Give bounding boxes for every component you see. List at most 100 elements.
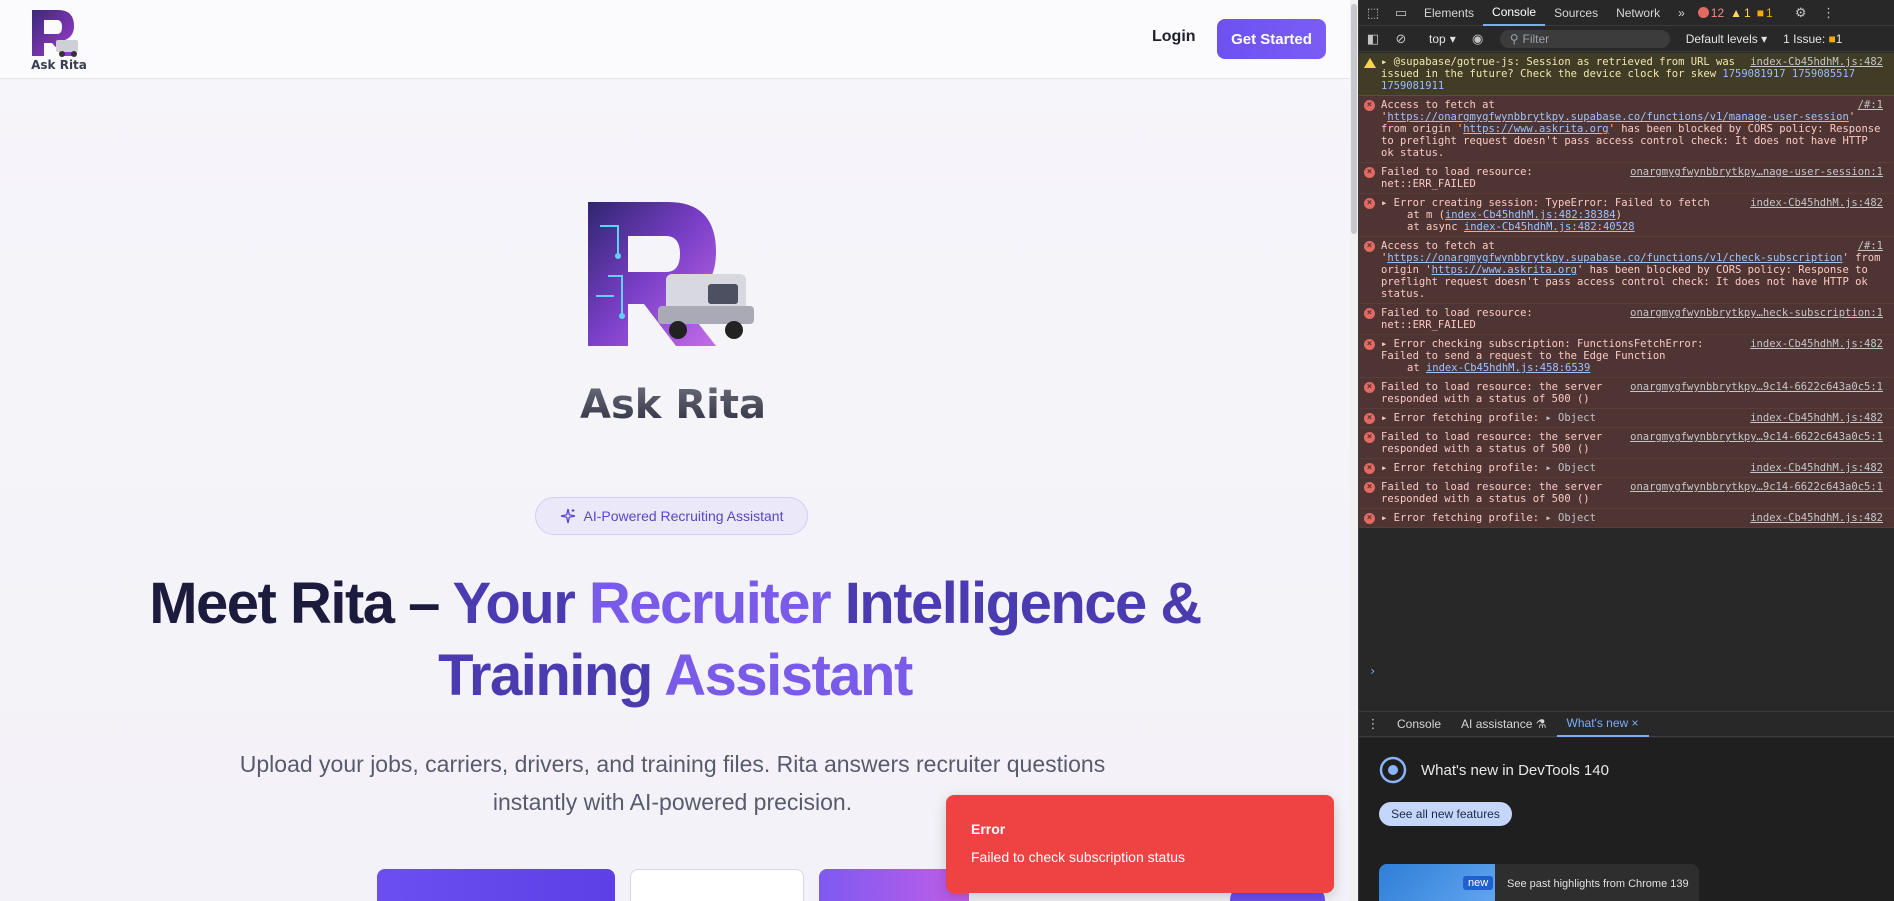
settings-gear-icon[interactable]: ⚙ bbox=[1787, 0, 1815, 26]
stack-link[interactable]: index-Cb45hdhM.js:482:38384 bbox=[1445, 209, 1616, 221]
message-text: ▸ Error fetching profile: bbox=[1381, 412, 1540, 424]
console-error[interactable]: × /#:1 Access to fetch at 'https://onarg… bbox=[1359, 237, 1894, 304]
inspect-element-icon[interactable]: ⬚ bbox=[1359, 0, 1387, 26]
drawer-tab-whats-new[interactable]: What's new × bbox=[1556, 711, 1649, 737]
ask-rita-logo-small[interactable]: Ask Rita bbox=[24, 6, 94, 72]
drawer-tab-ai-assistance[interactable]: AI assistance ⚗ bbox=[1451, 711, 1556, 737]
clear-console-icon[interactable]: ⊘ bbox=[1387, 26, 1415, 52]
chrome-devtools-logo-icon bbox=[1379, 756, 1407, 784]
object-expander[interactable]: ▸ Object bbox=[1545, 462, 1596, 474]
sidebar-toggle-icon[interactable]: ◧ bbox=[1359, 26, 1387, 52]
console-toolbar: ◧ ⊘ top ▾ ◉ ⚲ Filter Default levels ▾ 1 Is… bbox=[1359, 27, 1894, 52]
url-link[interactable]: https://onargmygfwynbbrytkpy.supabase.co… bbox=[1387, 111, 1848, 123]
console-error[interactable]: × index-Cb45hdhM.js:482 ▸ Error checking… bbox=[1359, 335, 1894, 378]
warning-count-badge[interactable]: ▲ 1 bbox=[1730, 6, 1751, 20]
drawer-tab-console[interactable]: Console bbox=[1387, 711, 1451, 737]
login-link[interactable]: Login bbox=[1152, 28, 1196, 46]
issue-icon: ■ bbox=[1756, 5, 1764, 20]
console-error[interactable]: × index-Cb45hdhM.js:482 ▸ Error fetching… bbox=[1359, 509, 1894, 528]
source-link[interactable]: /#:1 bbox=[1858, 99, 1883, 111]
whats-new-panel: What's new in DevTools 140 See all new f… bbox=[1359, 738, 1894, 901]
headline-part: Training bbox=[438, 643, 665, 708]
console-error[interactable]: × index-Cb45hdhM.js:482 ▸ Error creating… bbox=[1359, 194, 1894, 237]
headline-part: Intelligence & bbox=[844, 571, 1203, 636]
web-page: Ask Rita Login Get Started Ask Rita AI-P… bbox=[0, 0, 1350, 901]
page-scrollbar-thumb[interactable] bbox=[1351, 4, 1357, 234]
warning-icon: ▲ bbox=[1730, 5, 1743, 20]
message-text: ▸ Error checking subscription: Functions… bbox=[1381, 338, 1704, 362]
error-icon: × bbox=[1364, 198, 1375, 209]
see-all-features-button[interactable]: See all new features bbox=[1379, 802, 1512, 826]
error-icon: × bbox=[1364, 482, 1375, 493]
console-error[interactable]: × onargmygfwynbbrytkpy…9c14-6622c643a0c5… bbox=[1359, 428, 1894, 459]
source-link[interactable]: /#:1 bbox=[1858, 240, 1883, 252]
tab-console[interactable]: Console bbox=[1483, 0, 1546, 26]
console-log[interactable]: index-Cb45hdhM.js:482 ▸ @supabase/gotrue… bbox=[1359, 53, 1894, 710]
console-prompt[interactable]: › bbox=[1369, 665, 1376, 677]
message-text: Failed to load resource: the server resp… bbox=[1381, 381, 1603, 405]
tab-sources[interactable]: Sources bbox=[1545, 0, 1607, 26]
source-link[interactable]: index-Cb45hdhM.js:482 bbox=[1750, 512, 1883, 524]
warning-count: 1 bbox=[1744, 5, 1751, 20]
source-link[interactable]: onargmygfwynbbrytkpy…9c14-6622c643a0c5:1 bbox=[1630, 431, 1883, 443]
stack-link[interactable]: index-Cb45hdhM.js:458:6539 bbox=[1426, 362, 1590, 374]
filter-icon: ⚲ bbox=[1509, 32, 1519, 46]
error-icon: × bbox=[1364, 463, 1375, 474]
console-error[interactable]: × /#:1 Access to fetch at 'https://onarg… bbox=[1359, 96, 1894, 163]
tab-elements[interactable]: Elements bbox=[1415, 0, 1483, 26]
drawer-menu-icon[interactable]: ⋮ bbox=[1359, 711, 1387, 737]
secondary-cta-button[interactable] bbox=[630, 869, 804, 901]
issue-count-badge[interactable]: ■ 1 bbox=[1757, 6, 1773, 20]
origin-link[interactable]: https://www.askrita.org bbox=[1463, 123, 1608, 135]
warning-icon bbox=[1364, 58, 1376, 68]
source-link[interactable]: onargmygfwynbbrytkpy…9c14-6622c643a0c5:1 bbox=[1630, 381, 1883, 393]
sparkles-icon bbox=[560, 508, 575, 524]
hero-logo-text: Ask Rita bbox=[580, 382, 766, 428]
origin-link[interactable]: https://www.askrita.org bbox=[1432, 264, 1577, 276]
filter-placeholder: Filter bbox=[1522, 32, 1550, 46]
console-error[interactable]: × index-Cb45hdhM.js:482 ▸ Error fetching… bbox=[1359, 409, 1894, 428]
url-link[interactable]: https://onargmygfwynbbrytkpy.supabase.co… bbox=[1387, 252, 1842, 264]
console-error[interactable]: × index-Cb45hdhM.js:482 ▸ Error fetching… bbox=[1359, 459, 1894, 478]
source-link[interactable]: onargmygfwynbbrytkpy…9c14-6622c643a0c5:1 bbox=[1630, 481, 1883, 493]
console-error[interactable]: × onargmygfwynbbrytkpy…9c14-6622c643a0c5… bbox=[1359, 378, 1894, 409]
issues-counter[interactable]: 1 Issue: ■1 bbox=[1783, 32, 1842, 46]
log-levels-dropdown[interactable]: Default levels ▾ bbox=[1686, 32, 1767, 46]
source-link[interactable]: onargmygfwynbbrytkpy…heck-subscription:1 bbox=[1630, 307, 1883, 319]
filter-input[interactable]: ⚲ Filter bbox=[1499, 30, 1670, 48]
ask-rita-hero-logo: Ask Rita bbox=[580, 202, 766, 428]
console-error[interactable]: × onargmygfwynbbrytkpy…nage-user-session… bbox=[1359, 163, 1894, 194]
get-started-button[interactable]: Get Started bbox=[1217, 19, 1326, 59]
console-error[interactable]: × onargmygfwynbbrytkpy…heck-subscription… bbox=[1359, 304, 1894, 335]
tab-network[interactable]: Network bbox=[1607, 0, 1669, 26]
device-toolbar-icon[interactable]: ▭ bbox=[1387, 0, 1415, 26]
stack-link[interactable]: index-Cb45hdhM.js:482:40528 bbox=[1464, 221, 1635, 233]
more-tabs-icon[interactable]: » bbox=[1669, 0, 1694, 26]
source-link[interactable]: index-Cb45hdhM.js:482 bbox=[1750, 412, 1883, 424]
source-link[interactable]: index-Cb45hdhM.js:482 bbox=[1750, 197, 1883, 209]
console-error[interactable]: × onargmygfwynbbrytkpy…9c14-6622c643a0c5… bbox=[1359, 478, 1894, 509]
highlights-card[interactable]: new See past highlights from Chrome 139 bbox=[1379, 864, 1699, 901]
kebab-menu-icon[interactable]: ⋮ bbox=[1815, 0, 1843, 26]
error-count-badge[interactable]: 12 bbox=[1697, 6, 1724, 20]
source-link[interactable]: index-Cb45hdhM.js:482 bbox=[1750, 462, 1883, 474]
message-text: Failed to load resource: the server resp… bbox=[1381, 431, 1603, 455]
source-link[interactable]: onargmygfwynbbrytkpy…nage-user-session:1 bbox=[1630, 166, 1883, 178]
headline-part: Meet Rita – bbox=[149, 571, 453, 636]
object-expander[interactable]: ▸ Object bbox=[1545, 512, 1596, 524]
stack-text: at bbox=[1407, 362, 1426, 374]
error-icon bbox=[1697, 7, 1709, 18]
object-expander[interactable]: ▸ Object bbox=[1545, 412, 1596, 424]
context-selector[interactable]: top ▾ bbox=[1421, 32, 1464, 46]
error-toast[interactable]: Error Failed to check subscription statu… bbox=[946, 795, 1334, 893]
primary-cta-button[interactable] bbox=[377, 869, 615, 901]
close-icon[interactable]: × bbox=[1632, 716, 1639, 730]
source-link[interactable]: index-Cb45hdhM.js:482 bbox=[1750, 56, 1883, 68]
message-text: ▸ @supabase/gotrue-js: Session as retrie… bbox=[1381, 56, 1736, 80]
message-text: Failed to load resource: net::ERR_FAILED bbox=[1381, 307, 1533, 331]
flask-icon: ⚗ bbox=[1535, 717, 1547, 731]
console-warning[interactable]: index-Cb45hdhM.js:482 ▸ @supabase/gotrue… bbox=[1359, 53, 1894, 96]
badge-label: AI-Powered Recruiting Assistant bbox=[583, 508, 784, 524]
source-link[interactable]: index-Cb45hdhM.js:482 bbox=[1750, 338, 1883, 350]
eye-icon[interactable]: ◉ bbox=[1464, 26, 1492, 52]
